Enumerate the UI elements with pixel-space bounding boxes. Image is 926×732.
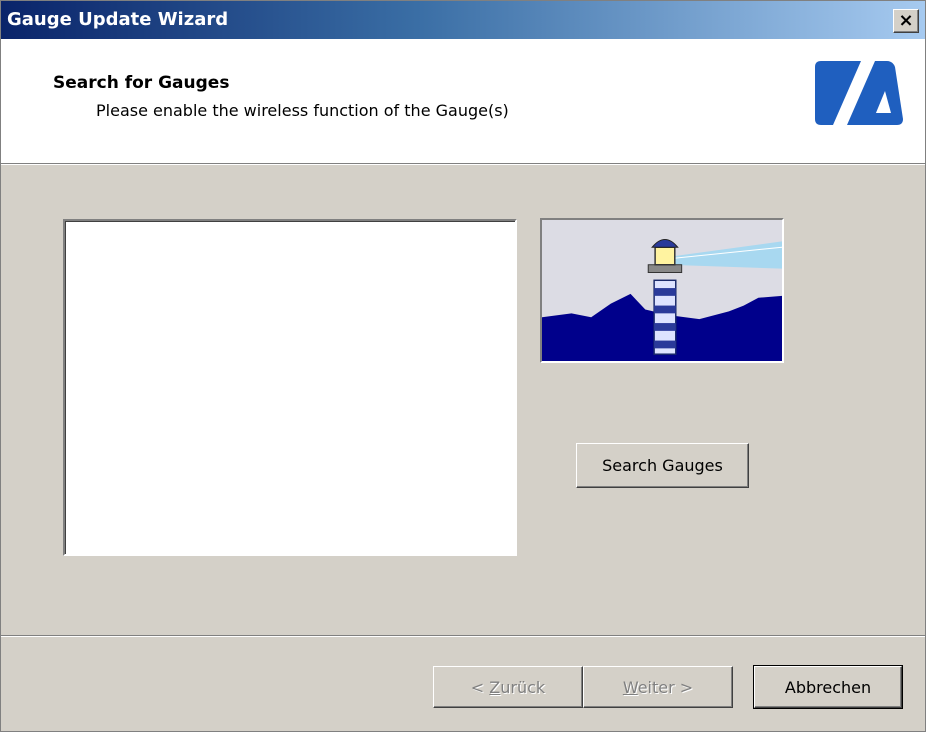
back-button[interactable]: < Zurück	[433, 666, 583, 708]
back-mnemonic: Z	[489, 677, 501, 697]
footer-divider-highlight	[1, 636, 925, 637]
wizard-window: Gauge Update Wizard × Search for Gauges …	[0, 0, 926, 732]
title-bar[interactable]: Gauge Update Wizard ×	[1, 1, 925, 39]
wizard-header: Search for Gauges Please enable the wire…	[1, 39, 925, 165]
back-prefix: <	[470, 677, 490, 697]
next-button[interactable]: Weiter >	[583, 666, 733, 708]
next-mnemonic: W	[622, 677, 638, 697]
page-title: Search for Gauges	[53, 73, 230, 93]
gauge-list[interactable]	[63, 219, 517, 556]
next-label-rest: eiter >	[637, 677, 694, 697]
page-subtitle: Please enable the wireless function of t…	[96, 101, 509, 120]
cancel-button[interactable]: Abbrechen	[753, 665, 903, 709]
window-title: Gauge Update Wizard	[7, 9, 229, 30]
brand-logo-icon	[815, 61, 903, 125]
lighthouse-icon	[540, 218, 784, 363]
back-label-rest: urück	[500, 677, 546, 697]
search-gauges-button[interactable]: Search Gauges	[576, 443, 749, 488]
close-button[interactable]: ×	[893, 9, 919, 33]
